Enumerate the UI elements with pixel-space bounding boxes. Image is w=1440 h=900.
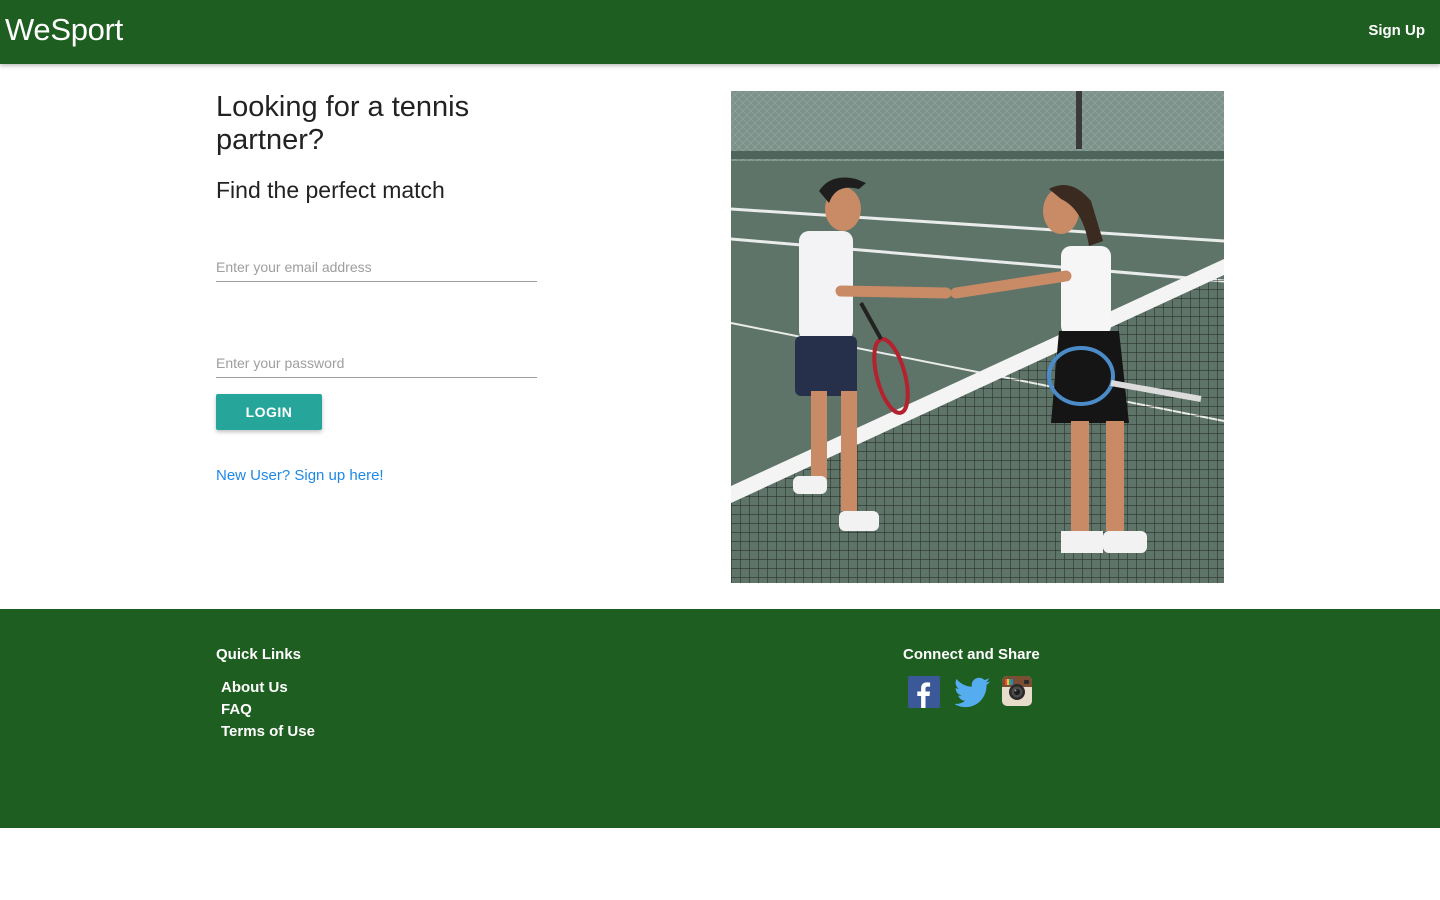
navbar: WeSport Sign Up xyxy=(0,0,1440,64)
login-button[interactable]: LOGIN xyxy=(216,394,322,430)
instagram-icon[interactable] xyxy=(1002,676,1034,708)
brand-logo[interactable]: WeSport xyxy=(5,12,123,48)
tennis-players-image xyxy=(731,91,1224,583)
footer-link-item: About Us xyxy=(221,679,315,701)
footer: Quick Links About Us FAQ Terms of Use Co… xyxy=(0,609,1440,828)
connect-heading: Connect and Share xyxy=(903,646,1040,663)
email-field[interactable] xyxy=(216,252,537,282)
page-title: Looking for a tennis partner? xyxy=(216,91,470,156)
terms-of-use-link[interactable]: Terms of Use xyxy=(221,723,315,740)
about-us-link[interactable]: About Us xyxy=(221,679,288,696)
faq-link[interactable]: FAQ xyxy=(221,701,252,718)
signup-link[interactable]: New User? Sign up here! xyxy=(216,467,384,484)
quick-links-heading: Quick Links xyxy=(216,646,302,663)
twitter-icon[interactable] xyxy=(954,676,990,708)
nav-signup-link[interactable]: Sign Up xyxy=(1368,22,1425,39)
footer-links: About Us FAQ Terms of Use xyxy=(221,679,315,745)
facebook-icon[interactable] xyxy=(908,676,940,708)
footer-link-item: FAQ xyxy=(221,701,315,723)
social-links xyxy=(908,676,1034,708)
page-subtitle: Find the perfect match xyxy=(216,177,445,203)
footer-link-item: Terms of Use xyxy=(221,723,315,745)
password-field[interactable] xyxy=(216,348,537,378)
